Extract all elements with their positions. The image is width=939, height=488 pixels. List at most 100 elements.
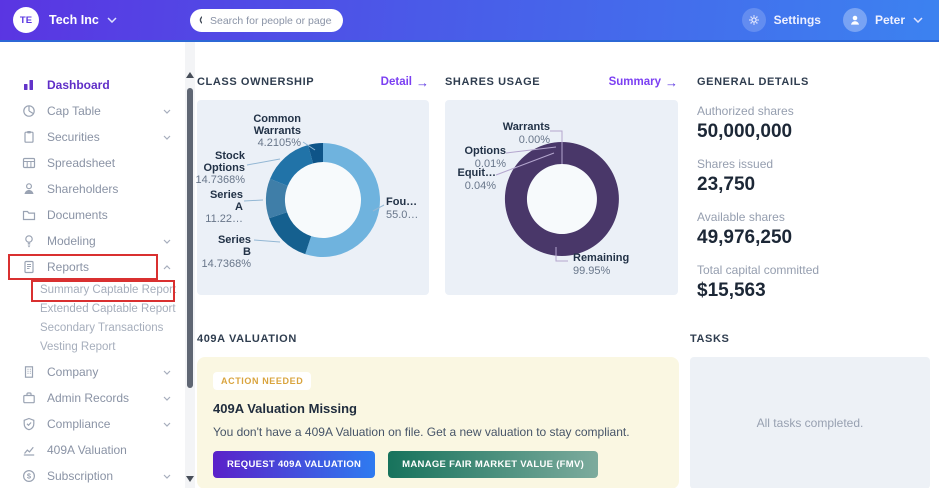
tasks-card: All tasks completed. [690,357,930,488]
folder-icon [22,208,36,222]
valuation-409a-title: 409A VALUATION [197,333,297,345]
shares-usage-card: Warrants 0.00% Options 0.01% Equit… 0.04% R… [445,100,678,295]
scrollbar-thumb[interactable] [187,88,193,388]
stat-total-capital-committed: Total capital committed $15,563 [697,263,820,301]
company-name: Tech Inc [49,13,99,27]
search-icon [199,15,202,24]
sidebar-item-reports[interactable]: Reports [0,254,185,280]
general-details-section: GENERAL DETAILS Authorized shares 50,000… [697,74,933,302]
manage-fmv-button[interactable]: MANAGE FAIR MARKET VALUE (FMV) [388,451,599,478]
settings-label: Settings [773,13,821,27]
class-ownership-section: CLASS OWNERSHIP Detail → Common Warrants 4.… [195,74,429,295]
company-logo[interactable]: TE [13,7,39,33]
chevron-down-icon [913,17,923,23]
main-scrollbar[interactable] [185,42,195,488]
sidebar-item-company[interactable]: Company [0,359,185,385]
valuation-409a-section: 409A VALUATION ACTION NEEDED 409A Valuat… [197,331,679,488]
callout-series-b: Series B 14.7368% [201,234,251,270]
sidebar-item-summary-captable-report[interactable]: Summary Captable Report [0,280,185,299]
class-ownership-card: Common Warrants 4.2105% Stock Options 14.736… [195,100,429,295]
chart-line-icon [22,443,36,457]
callout-common-warrants: Common Warrants 4.2105% [253,113,301,149]
person-icon [22,182,36,196]
arrow-right-icon: → [416,74,429,90]
sidebar-item-409a-valuation[interactable]: 409A Valuation [0,437,185,463]
tasks-title: TASKS [690,333,730,345]
chevron-down-icon [163,396,171,401]
chevron-down-icon [163,109,171,114]
settings-button[interactable]: Settings [741,8,821,32]
pie-chart-icon [22,104,36,118]
callout-stock-options: Stock Options 14.7368% [195,150,245,186]
callout-remaining: Remaining 99.95% [573,252,630,277]
tasks-empty-message: All tasks completed. [756,416,864,430]
chevron-down-icon [163,135,171,140]
sidebar-item-admin-records[interactable]: Admin Records [0,385,185,411]
report-icon [22,260,36,274]
chevron-down-icon [107,17,117,23]
stat-available-shares: Available shares 49,976,250 [697,210,793,248]
dollar-circle-icon: $ [22,469,36,483]
tasks-section: TASKS All tasks completed. [690,331,930,488]
building-icon [22,365,36,379]
chevron-down-icon [163,422,171,427]
briefcase-icon [22,391,36,405]
sidebar: Dashboard Cap Table Securities Spreadshe… [0,42,185,488]
sidebar-item-securities[interactable]: Securities [0,124,185,150]
company-initials: TE [19,14,33,26]
sidebar-item-cap-table[interactable]: Cap Table [0,98,185,124]
chevron-down-icon [163,474,171,479]
topbar: TE Tech Inc Settings Peter [0,0,939,42]
gear-icon [741,8,766,32]
scroll-down-arrow[interactable] [186,476,194,482]
detail-link[interactable]: Detail → [381,75,429,90]
valuation-warning-card: ACTION NEEDED 409A Valuation Missing You… [197,357,679,488]
callout-founders: Fou… 55.0… [386,196,419,221]
topbar-right: Settings Peter [741,8,939,32]
valuation-missing-body: You don't have a 409A Valuation on file.… [213,425,630,439]
shares-usage-section: SHARES USAGE Summary → Warrants 0.00% Opti… [445,74,678,295]
user-menu[interactable]: Peter [842,8,923,32]
request-409a-valuation-button[interactable]: REQUEST 409A VALUATION [213,451,376,478]
chevron-down-icon [163,370,171,375]
sidebar-item-modeling[interactable]: Modeling [0,228,185,254]
arrow-right-icon: → [665,74,678,90]
lightbulb-icon [22,234,36,248]
general-details-title: GENERAL DETAILS [697,76,809,88]
dashboard-icon [22,78,36,92]
stat-shares-issued: Shares issued 23,750 [697,157,774,195]
sidebar-item-spreadsheet[interactable]: Spreadsheet [0,150,185,176]
search-input[interactable] [208,13,334,28]
sidebar-item-compliance[interactable]: Compliance [0,411,185,437]
summary-link[interactable]: Summary → [609,75,678,90]
callout-warrants: Warrants 0.00% [502,121,550,146]
class-ownership-title: CLASS OWNERSHIP [197,76,315,88]
shares-usage-donut-chart [495,130,619,262]
sidebar-item-secondary-transactions[interactable]: Secondary Transactions [0,318,185,337]
shield-icon [22,417,36,431]
user-avatar-icon [842,8,867,32]
sidebar-item-extended-captable-report[interactable]: Extended Captable Report [0,299,185,318]
sidebar-item-dashboard[interactable]: Dashboard [0,72,185,98]
scroll-up-arrow[interactable] [186,72,194,78]
spreadsheet-icon [22,156,36,170]
svg-text:$: $ [27,472,32,481]
shares-usage-title: SHARES USAGE [445,76,541,88]
clipboard-icon [22,130,36,144]
main-content: CLASS OWNERSHIP Detail → Common Warrants 4.… [195,42,939,488]
callout-series-a: Series A 11.22… [205,189,243,225]
sidebar-item-documents[interactable]: Documents [0,202,185,228]
chevron-down-icon [163,239,171,244]
stat-authorized-shares: Authorized shares 50,000,000 [697,104,794,142]
sidebar-item-vesting-report[interactable]: Vesting Report [0,337,185,356]
company-switcher[interactable]: Tech Inc [49,13,117,27]
app-window: TE Tech Inc Settings Peter [0,0,939,488]
valuation-missing-heading: 409A Valuation Missing [213,401,358,416]
sidebar-item-subscription[interactable]: $ Subscription [0,463,185,488]
search-bar[interactable] [190,9,343,32]
callout-equity: Equit… 0.04% [457,167,497,192]
action-needed-badge: ACTION NEEDED [213,372,312,390]
reports-submenu: Summary Captable Report Extended Captabl… [0,280,185,356]
user-name: Peter [874,13,905,27]
sidebar-item-shareholders[interactable]: Shareholders [0,176,185,202]
